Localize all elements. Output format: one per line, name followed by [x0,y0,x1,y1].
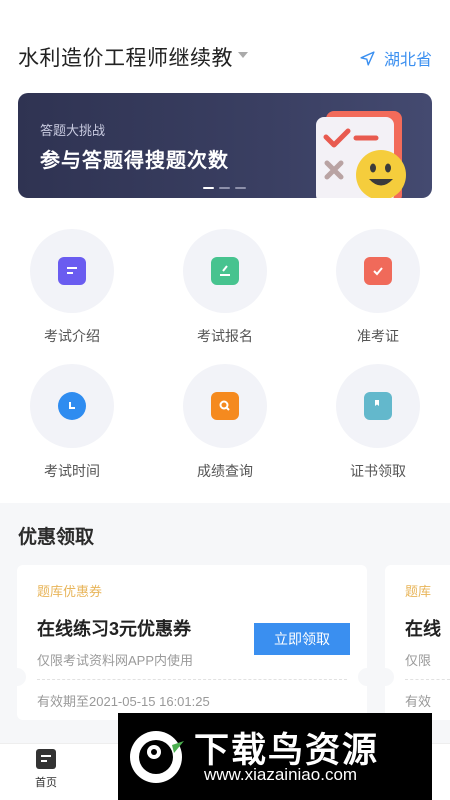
coupon-divider [405,679,450,680]
coupon-name: 在线 [405,619,441,639]
banner-dot-active[interactable] [203,187,214,189]
coupon-card: 题库优惠券 在线练习3元优惠券 仅限考试资料网APP内使用 立即领取 有效期至2… [17,565,367,720]
header: 水利造价工程师继续教 湖北省 [0,0,450,90]
coupon-note: 仅限 [405,653,432,668]
grid-item-score-query[interactable]: 成绩查询 [170,364,280,481]
nav-home-label: 首页 [35,777,57,789]
grid-item-exam-time[interactable]: 考试时间 [17,364,127,481]
search-icon [211,392,239,420]
bird-logo-icon [130,731,184,783]
coupon-note: 仅限考试资料网APP内使用 [37,653,194,668]
coupon-card-next: 题库 在线 仅限 有效 [385,565,450,720]
grid-icon-circle [30,364,114,448]
coupon-tag: 题库优惠券 [37,584,103,599]
banner-subtitle: 答题大挑战 [40,123,106,138]
coupon-notch [385,668,394,686]
coupon-name: 在线练习3元优惠券 [37,619,192,639]
clock-icon [58,392,86,420]
section-title: 优惠领取 [18,527,95,548]
grid-icon-circle [336,364,420,448]
coupon-expire: 有效 [405,694,432,709]
certificate-icon [364,392,392,420]
banner-dot[interactable] [219,187,230,189]
grid-label: 证书领取 [350,463,406,479]
page-title[interactable]: 水利造价工程师继续教 [18,42,233,72]
grid-item-exam-intro[interactable]: 考试介绍 [17,229,127,346]
location-selector[interactable]: 湖北省 [359,46,432,70]
grid-label: 成绩查询 [197,463,253,479]
coupon-expire: 有效期至2021-05-15 16:01:25 [37,694,210,709]
banner-dot[interactable] [235,187,246,189]
coupon-divider [37,679,347,680]
grid-icon-circle [336,229,420,313]
quiz-challenge-banner[interactable]: 答题大挑战 参与答题得搜题次数 [18,93,432,198]
signup-icon [211,257,239,285]
coupon-tag: 题库 [405,584,432,599]
grid-label: 考试时间 [44,463,100,479]
grid-icon-circle [30,229,114,313]
grid-icon-circle [183,229,267,313]
document-icon [58,257,86,285]
location-label: 湖北省 [383,52,432,69]
admission-ticket-icon [364,257,392,285]
claim-coupon-button[interactable]: 立即领取 [254,623,350,655]
nav-item-home[interactable]: 首页 [24,748,68,790]
grid-item-certificate[interactable]: 证书领取 [323,364,433,481]
quiz-illustration-icon [316,111,406,198]
coupon-notch [17,668,26,686]
grid-icon-circle [183,364,267,448]
banner-headline: 参与答题得搜题次数 [40,150,229,172]
chevron-down-icon[interactable] [238,52,248,58]
watermark-url: www.xiazainiao.com [204,765,358,784]
grid-label: 考试报名 [197,328,253,344]
grid-item-exam-signup[interactable]: 考试报名 [170,229,280,346]
coupon-notch [358,668,367,686]
watermark-overlay: 下载鸟资源 www.xiazainiao.com [118,713,432,800]
grid-item-admission-ticket[interactable]: 准考证 [323,229,433,346]
home-icon [36,749,56,769]
grid-label: 考试介绍 [44,328,100,344]
grid-label: 准考证 [357,328,399,344]
location-arrow-icon [360,50,375,66]
